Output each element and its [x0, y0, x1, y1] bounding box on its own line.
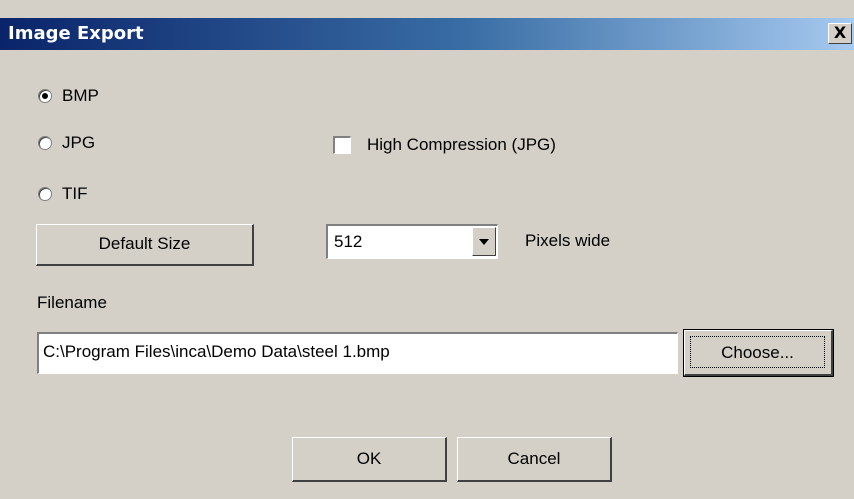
radio-tif-label: TIF	[62, 184, 88, 203]
high-compression-checkbox[interactable]: High Compression (JPG)	[333, 135, 556, 155]
chevron-down-icon[interactable]	[472, 227, 496, 256]
radio-tif[interactable]: TIF	[38, 184, 88, 204]
cancel-button[interactable]: Cancel	[457, 437, 612, 482]
filename-label: Filename	[37, 293, 107, 312]
choose-button-label: Choose...	[690, 336, 825, 368]
close-icon: X	[833, 23, 847, 42]
ok-button[interactable]: OK	[292, 437, 447, 482]
pixel-width-value: 512	[334, 232, 363, 251]
close-button[interactable]: X	[828, 23, 852, 44]
radio-bmp-label: BMP	[62, 86, 99, 105]
pixel-width-dropdown[interactable]: 512	[326, 224, 498, 259]
checkbox-icon[interactable]	[333, 136, 351, 154]
radio-button-icon[interactable]	[38, 89, 52, 103]
filename-field[interactable]: C:\Program Files\inca\Demo Data\steel 1.…	[37, 332, 678, 374]
window-title: Image Export	[8, 23, 144, 44]
radio-bmp[interactable]: BMP	[38, 86, 99, 106]
default-size-button[interactable]: Default Size	[36, 224, 254, 266]
high-compression-label: High Compression (JPG)	[367, 135, 556, 154]
radio-jpg[interactable]: JPG	[38, 133, 95, 153]
radio-button-icon[interactable]	[38, 136, 52, 150]
choose-button[interactable]: Choose...	[683, 329, 834, 377]
radio-button-icon[interactable]	[38, 187, 52, 201]
choose-button-face: Choose...	[684, 330, 833, 376]
radio-jpg-label: JPG	[62, 133, 96, 152]
title-bar: Image Export X	[0, 18, 854, 50]
pixels-wide-label: Pixels wide	[525, 231, 611, 250]
